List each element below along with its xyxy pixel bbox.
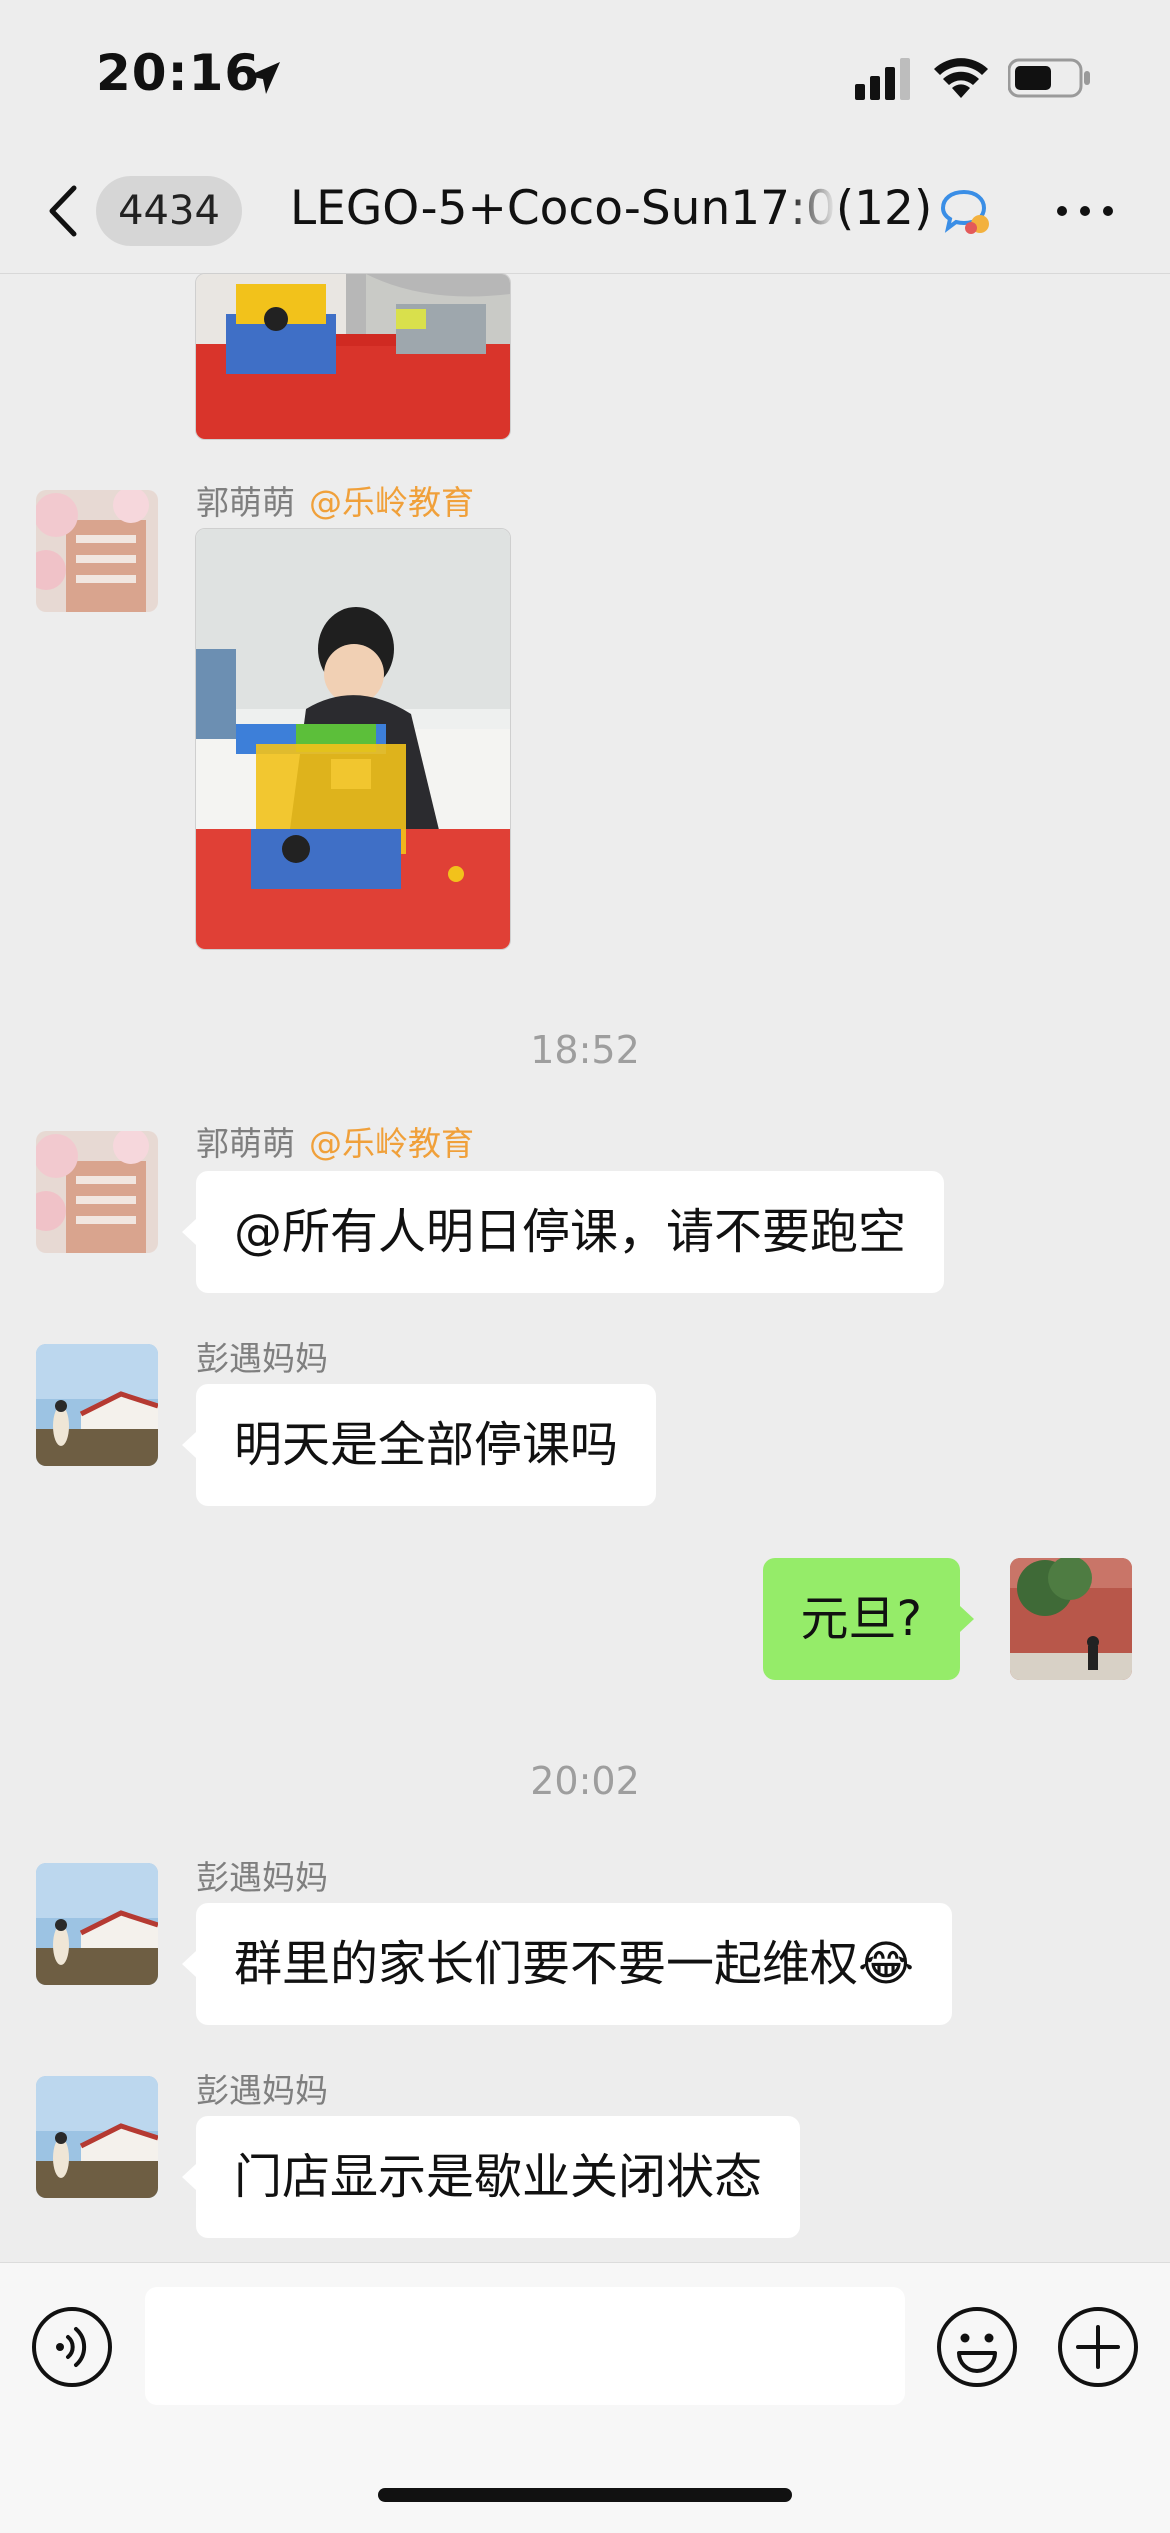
sender-name: 彭遇妈妈 <box>196 2071 328 2110</box>
voice-icon[interactable] <box>30 2305 114 2389</box>
avatar-guo-mengmeng[interactable] <box>36 1131 158 1253</box>
sender-name-row: 郭萌萌 @乐岭教育 <box>196 1117 474 1165</box>
image-message-lego-top[interactable] <box>195 273 511 440</box>
avatar-image <box>36 1344 158 1466</box>
cellular-signal-icon <box>855 58 910 100</box>
avatar-image <box>36 1131 158 1253</box>
lego-boy-photo-image <box>196 529 510 949</box>
chat-title[interactable]: LEGO-5+Coco-Sun17:0(12) <box>290 174 932 244</box>
battery-icon <box>1008 58 1090 98</box>
message-bubble[interactable]: 明天是全部停课吗 <box>181 1384 657 1506</box>
status-bar: 20:16 <box>0 0 1170 150</box>
timestamp: 20:02 <box>530 1759 640 1803</box>
sender-org-tag: @乐岭教育 <box>309 483 474 522</box>
status-time: 20:16 <box>96 44 261 102</box>
image-message-lego-boy[interactable] <box>195 528 511 950</box>
message-text: 群里的家长们要不要一起维权 <box>234 1936 859 1992</box>
avatar-guo-mengmeng[interactable] <box>36 490 158 612</box>
sender-name: 彭遇妈妈 <box>196 1339 328 1378</box>
sender-name-row: 郭萌萌 @乐岭教育 <box>196 476 474 524</box>
back-chevron-icon[interactable] <box>40 178 90 244</box>
tears-of-joy-emoji-icon: 😂 <box>858 1936 915 1992</box>
avatar-peng-yu-mama[interactable] <box>36 1344 158 1466</box>
message-bubble[interactable]: 门店显示是歇业关闭状态 <box>181 2116 801 2238</box>
my-message-bubble[interactable]: 元旦? <box>762 1558 975 1680</box>
more-options-icon[interactable] <box>1050 188 1120 234</box>
wifi-icon <box>934 58 988 98</box>
plus-icon[interactable] <box>1056 2305 1140 2389</box>
group-name: LEGO-5+Coco-Sun17:0 <box>290 181 836 236</box>
member-count: (12) <box>835 181 933 236</box>
sender-org-tag: @乐岭教育 <box>309 1124 474 1163</box>
location-arrow-icon <box>248 62 280 94</box>
sender-name: 郭萌萌 <box>196 483 295 522</box>
avatar-image <box>36 490 158 612</box>
group-chat-icon <box>940 189 989 234</box>
message-bubble[interactable]: @所有人明日停课，请不要跑空 <box>181 1171 945 1293</box>
message-input[interactable] <box>145 2287 905 2405</box>
avatar-peng-yu-mama[interactable] <box>36 1863 158 1985</box>
sender-name: 彭遇妈妈 <box>196 1858 328 1897</box>
lego-photo-image <box>196 274 510 439</box>
avatar-image <box>1010 1558 1132 1680</box>
home-indicator[interactable] <box>378 2488 792 2502</box>
avatar-image <box>36 1863 158 1985</box>
my-avatar[interactable] <box>1010 1558 1132 1680</box>
avatar-image <box>36 2076 158 2198</box>
message-bubble[interactable]: 群里的家长们要不要一起维权😂 <box>181 1903 953 2025</box>
unread-count-badge[interactable]: 4434 <box>96 176 242 246</box>
avatar-peng-yu-mama[interactable] <box>36 2076 158 2198</box>
timestamp: 18:52 <box>530 1028 640 1072</box>
sender-name: 郭萌萌 <box>196 1124 295 1163</box>
emoji-icon[interactable] <box>935 2305 1019 2389</box>
chat-header: 4434 LEGO-5+Coco-Sun17:0(12) <box>0 150 1170 274</box>
